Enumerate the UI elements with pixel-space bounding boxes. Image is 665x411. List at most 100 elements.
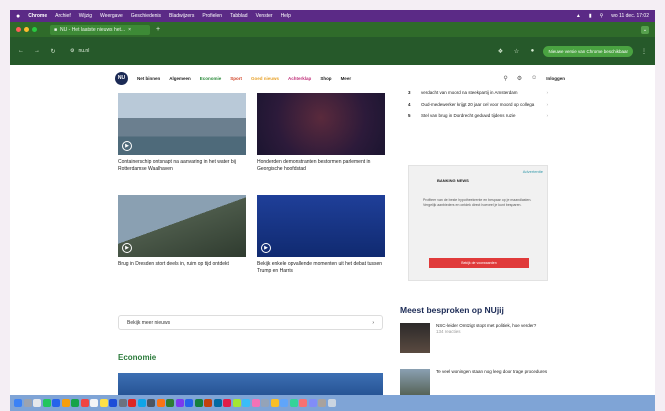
list-item[interactable]: 4 Oud-medewerker krijgt 20 jaar cel voor… (408, 102, 548, 109)
article-image[interactable] (257, 93, 385, 155)
menu-history[interactable]: Geschiedenis (131, 13, 161, 19)
nav-algemeen[interactable]: Algemeen (169, 76, 191, 81)
maps-icon[interactable] (137, 399, 146, 407)
mail-icon[interactable] (52, 399, 60, 407)
nav-shop[interactable]: Shop (320, 76, 331, 81)
article-title[interactable]: Containerschip ontsnapt na aanvaring in … (118, 159, 246, 173)
play-icon[interactable]: ▶ (122, 141, 132, 151)
app-icon[interactable] (289, 399, 298, 407)
app-icon[interactable] (270, 399, 279, 407)
calendar-icon[interactable] (80, 399, 89, 407)
launchpad-icon[interactable] (23, 399, 32, 407)
article-image[interactable]: ▶ (118, 195, 246, 257)
menu-profiles[interactable]: Profielen (202, 13, 222, 19)
article-title[interactable]: Bekijk enkele opvallende momenten uit he… (257, 261, 385, 275)
menu-edit[interactable]: Wijzig (79, 13, 92, 19)
reload-icon[interactable]: ↻ (48, 48, 58, 55)
article-card[interactable]: ▶ Containerschip ontsnapt na aanvaring i… (118, 93, 246, 173)
outlook-icon[interactable] (213, 399, 222, 407)
teams-icon[interactable] (175, 399, 184, 407)
nav-economie[interactable]: Economie (200, 76, 222, 81)
settings-icon[interactable]: ⚙ (517, 75, 522, 82)
firefox-icon[interactable] (156, 399, 165, 407)
profile-icon[interactable]: ● (527, 48, 537, 54)
app-store-icon[interactable] (109, 399, 117, 407)
app-icon[interactable] (261, 399, 269, 407)
advertisement[interactable]: Advertentie BANKING NEWS Profiteer van d… (408, 165, 548, 281)
menu-bookmarks[interactable]: Bladwijzers (169, 13, 194, 19)
finder-icon[interactable] (14, 399, 22, 407)
chrome-update-button[interactable]: Nieuwe versie van Chrome beschikbaar (543, 45, 633, 57)
list-item[interactable]: 5 Stel van brug in Dordrecht geduwd tijd… (408, 113, 548, 120)
ad-cta-button[interactable]: Bekijk de voorwaarden (429, 258, 529, 268)
user-icon[interactable]: ☺ (531, 75, 537, 81)
photos-icon[interactable] (61, 399, 70, 407)
article-card[interactable]: Honderden demonstranten bestormen parlem… (257, 93, 385, 173)
terminal-icon[interactable] (147, 399, 155, 407)
ad-label[interactable]: Advertentie (523, 169, 543, 174)
discussed-item[interactable]: Te veel woningen staan nog leeg door tra… (400, 369, 550, 395)
close-window-icon[interactable] (16, 27, 21, 32)
show-more-button[interactable]: Bekijk meer nieuws › (118, 315, 383, 330)
bookmark-star-icon[interactable]: ☆ (511, 48, 521, 55)
powerpoint-icon[interactable] (204, 399, 212, 407)
app-icon[interactable] (223, 399, 231, 407)
discussed-title[interactable]: Te veel woningen staan nog leeg door tra… (436, 369, 547, 375)
tab-search-icon[interactable]: ⌄ (641, 25, 649, 34)
menubar-clock[interactable]: wo 11 dec. 17:02 (611, 13, 649, 19)
section-lead-image[interactable] (118, 373, 383, 395)
chrome-icon[interactable] (166, 399, 174, 407)
address-bar[interactable]: ⚙ nu.nl (64, 44, 489, 58)
article-card[interactable]: ▶ Bekijk enkele opvallende momenten uit … (257, 195, 385, 275)
most-discussed-heading[interactable]: Meest besproken op NUjij (400, 305, 504, 315)
more-menu-icon[interactable]: ⋮ (639, 48, 649, 55)
nav-sport[interactable]: Sport (230, 76, 242, 81)
discussed-thumbnail[interactable] (400, 323, 430, 353)
login-link[interactable]: Inloggen (546, 76, 565, 81)
wifi-icon[interactable]: ▲ (576, 13, 581, 19)
menu-help[interactable]: Help (281, 13, 291, 19)
forward-icon[interactable]: → (32, 48, 42, 54)
site-info-icon[interactable]: ⚙ (70, 48, 74, 54)
list-item[interactable]: 3 verdacht van moord na steekpartij in A… (408, 90, 548, 97)
app-icon[interactable] (242, 399, 250, 407)
contacts-icon[interactable] (90, 399, 98, 407)
article-title[interactable]: Brug in Dresden stort deels in, ruim op … (118, 261, 246, 268)
apple-icon[interactable]: ● (16, 13, 20, 20)
safari-icon[interactable] (33, 399, 41, 407)
play-icon[interactable]: ▶ (122, 243, 132, 253)
menu-chrome[interactable]: Chrome (28, 13, 47, 19)
play-icon[interactable]: ▶ (261, 243, 271, 253)
word-icon[interactable] (185, 399, 193, 407)
app-icon[interactable] (308, 399, 317, 407)
discussed-item[interactable]: NSC-leider Omtzigt stopt met politiek, h… (400, 323, 550, 353)
search-icon[interactable]: ⚲ (600, 13, 604, 19)
extensions-icon[interactable]: ❖ (495, 48, 505, 55)
nav-goed-nieuws[interactable]: Goed nieuws (251, 76, 279, 81)
menu-file[interactable]: Archief (55, 13, 71, 19)
article-card[interactable]: ▶ Brug in Dresden stort deels in, ruim o… (118, 195, 246, 268)
section-title-economie[interactable]: Economie (118, 353, 156, 362)
article-title[interactable]: Honderden demonstranten bestormen parlem… (257, 159, 385, 173)
messages-icon[interactable] (42, 399, 51, 407)
nav-more[interactable]: Meer (341, 76, 352, 81)
article-image[interactable]: ▶ (118, 93, 246, 155)
nu-logo[interactable]: NU (115, 71, 128, 85)
app-icon[interactable] (251, 399, 260, 407)
menu-window[interactable]: Venster (256, 13, 273, 19)
menu-tab[interactable]: Tabblad (230, 13, 248, 19)
back-icon[interactable]: ← (16, 48, 26, 54)
trash-icon[interactable] (327, 399, 336, 407)
close-tab-icon[interactable]: × (128, 27, 131, 33)
browser-tab-active[interactable]: ■ NU - Het laatste nieuws het... × (50, 24, 150, 35)
downloads-icon[interactable] (318, 399, 326, 407)
menu-view[interactable]: Weergave (100, 13, 123, 19)
new-tab-icon[interactable]: + (156, 26, 160, 33)
discussed-thumbnail[interactable] (400, 369, 430, 395)
nav-achterklap[interactable]: Achterklap (288, 76, 311, 81)
maximize-window-icon[interactable] (32, 27, 37, 32)
search-icon[interactable]: ⚲ (503, 75, 507, 82)
article-image[interactable]: ▶ (257, 195, 385, 257)
excel-icon[interactable] (194, 399, 203, 407)
notes-icon[interactable] (99, 399, 108, 407)
